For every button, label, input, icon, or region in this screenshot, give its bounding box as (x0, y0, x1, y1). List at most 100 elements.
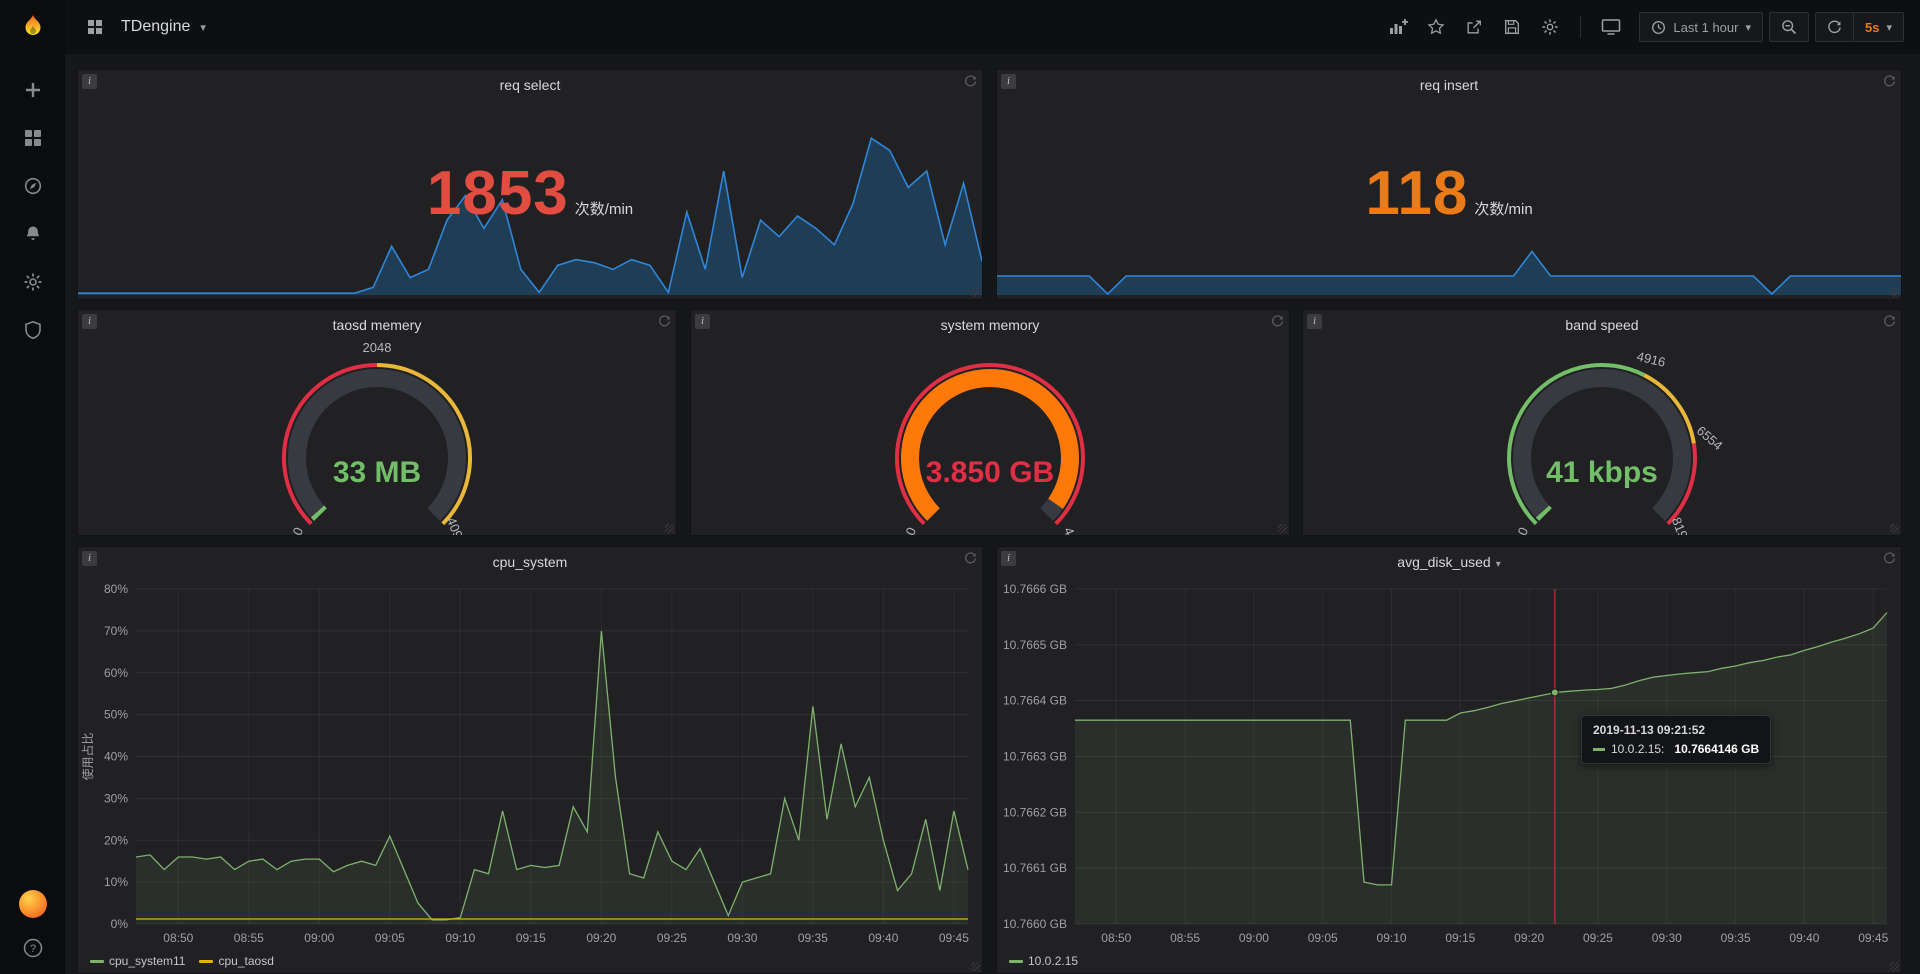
svg-text:09:40: 09:40 (868, 931, 898, 945)
navbar-divider (1580, 16, 1581, 38)
user-avatar[interactable] (19, 890, 47, 918)
panel-band-speed: i band speed 049166554819241 kbps (1302, 309, 1902, 536)
svg-text:0%: 0% (111, 917, 129, 931)
svg-text:09:00: 09:00 (1239, 931, 1269, 945)
panel-title[interactable]: band speed (1303, 317, 1901, 333)
gauge-chart[interactable]: 02048409633 MB (167, 340, 587, 535)
svg-text:40%: 40% (104, 750, 128, 764)
caret-down-icon: ▾ (1745, 21, 1751, 34)
cycle-view-tv-icon[interactable] (1595, 12, 1627, 42)
stat-value: 1853 (427, 159, 569, 228)
caret-down-icon[interactable]: ▾ (200, 21, 206, 34)
gauge-chart[interactable]: 043.850 GB (780, 340, 1200, 535)
svg-text:09:05: 09:05 (1308, 931, 1338, 945)
sidebar: ? (0, 0, 65, 974)
svg-text:3.850 GB: 3.850 GB (926, 456, 1054, 489)
time-picker-button[interactable]: Last 1 hour ▾ (1639, 12, 1763, 42)
panel-cpu-system: i cpu_system 08:5008:5509:0009:0509:1009… (77, 546, 983, 974)
svg-text:09:10: 09:10 (1377, 931, 1407, 945)
panel-req-insert: i req insert 118次数/min (996, 69, 1902, 300)
panel-title[interactable]: cpu_system (78, 554, 982, 570)
svg-text:09:35: 09:35 (798, 931, 828, 945)
stat-unit: 次数/min (575, 201, 633, 218)
refresh-interval-label: 5s (1865, 20, 1879, 35)
zoom-out-button[interactable] (1769, 12, 1809, 42)
svg-text:10.7664 GB: 10.7664 GB (1003, 694, 1067, 708)
legend-series-label: 10.0.2.15 (1028, 954, 1078, 968)
tooltip-series-label: 10.0.2.15: (1611, 742, 1664, 756)
grafana-logo[interactable] (13, 8, 53, 48)
panel-menu-caret-icon[interactable]: ▾ (1496, 559, 1501, 570)
svg-text:10%: 10% (104, 875, 128, 889)
stat-value-group: 118次数/min (997, 158, 1901, 229)
share-icon[interactable] (1458, 12, 1490, 42)
stat-value-group: 1853 次数/min (78, 158, 982, 229)
svg-text:09:15: 09:15 (516, 931, 546, 945)
grafana-flame-icon (16, 11, 50, 45)
svg-text:08:50: 08:50 (1101, 931, 1131, 945)
panel-loading-icon (964, 552, 977, 565)
legend-series-dash (90, 960, 104, 963)
svg-text:4916: 4916 (1635, 349, 1667, 370)
dashboards-icon[interactable] (21, 126, 45, 150)
legend-series-dash (1009, 960, 1023, 963)
admin-shield-icon[interactable] (21, 318, 45, 342)
panel-title[interactable]: req select (78, 77, 982, 93)
magnifier-minus-icon (1781, 19, 1797, 35)
svg-text:09:40: 09:40 (1789, 931, 1819, 945)
svg-text:09:20: 09:20 (1514, 931, 1544, 945)
svg-text:09:45: 09:45 (1858, 931, 1888, 945)
svg-text:80%: 80% (104, 582, 128, 596)
panel-title[interactable]: avg_disk_used▾ (997, 554, 1901, 570)
svg-text:08:55: 08:55 (1170, 931, 1200, 945)
configuration-gear-icon[interactable] (21, 270, 45, 294)
svg-text:0: 0 (1515, 525, 1532, 535)
svg-text:09:15: 09:15 (1445, 931, 1475, 945)
svg-text:60%: 60% (104, 666, 128, 680)
svg-text:09:20: 09:20 (586, 931, 616, 945)
create-plus-icon[interactable] (21, 78, 45, 102)
svg-text:33 MB: 33 MB (333, 456, 421, 489)
svg-text:10.7665 GB: 10.7665 GB (1003, 638, 1067, 652)
timeseries-chart[interactable]: 08:5008:5509:0009:0509:1009:1509:2009:25… (78, 577, 982, 973)
svg-text:10.7660 GB: 10.7660 GB (1003, 917, 1067, 931)
chart-legend: 10.0.2.15 (1009, 954, 1092, 968)
gauge-chart[interactable]: 049166554819241 kbps (1392, 340, 1812, 535)
timeseries-chart[interactable]: 08:5008:5509:0009:0509:1009:1509:2009:25… (997, 577, 1901, 973)
svg-text:10.7663 GB: 10.7663 GB (1003, 750, 1067, 764)
explore-compass-icon[interactable] (21, 174, 45, 198)
panel-title[interactable]: system memory (691, 317, 1289, 333)
refresh-interval-button[interactable]: 5s ▾ (1853, 12, 1904, 42)
panel-loading-icon (964, 75, 977, 88)
svg-text:09:45: 09:45 (939, 931, 969, 945)
dashboard-title[interactable]: TDengine (121, 18, 190, 36)
legend-item[interactable]: cpu_taosd (199, 954, 273, 968)
svg-text:使用占比: 使用占比 (80, 732, 95, 780)
svg-text:09:10: 09:10 (445, 931, 475, 945)
add-panel-icon[interactable] (1382, 12, 1414, 42)
panel-title[interactable]: req insert (997, 77, 1901, 93)
legend-item[interactable]: cpu_system11 (90, 954, 185, 968)
panel-title[interactable]: taosd memery (78, 317, 676, 333)
svg-text:0: 0 (903, 525, 920, 535)
svg-text:10.7661 GB: 10.7661 GB (1003, 861, 1067, 875)
legend-item[interactable]: 10.0.2.15 (1009, 954, 1078, 968)
svg-text:09:25: 09:25 (657, 931, 687, 945)
svg-text:0: 0 (290, 525, 307, 535)
chart-legend: cpu_system11 cpu_taosd (90, 954, 288, 968)
panel-loading-icon (1883, 315, 1896, 328)
refresh-button[interactable] (1815, 12, 1853, 42)
svg-text:09:35: 09:35 (1721, 931, 1751, 945)
svg-text:70%: 70% (104, 624, 128, 638)
save-icon[interactable] (1496, 12, 1528, 42)
panel-loading-icon (658, 315, 671, 328)
graph-tooltip: 2019-11-13 09:21:52 10.0.2.15: 10.766414… (1581, 715, 1771, 764)
tooltip-time: 2019-11-13 09:21:52 (1593, 723, 1759, 737)
apps-grid-icon[interactable] (79, 12, 111, 42)
navbar: TDengine ▾ Last 1 hour ▾ (65, 0, 1920, 54)
help-icon[interactable]: ? (21, 936, 45, 960)
alerting-bell-icon[interactable] (21, 222, 45, 246)
dashboard-settings-gear-icon[interactable] (1534, 12, 1566, 42)
tooltip-series-dash (1593, 748, 1605, 751)
star-icon[interactable] (1420, 12, 1452, 42)
